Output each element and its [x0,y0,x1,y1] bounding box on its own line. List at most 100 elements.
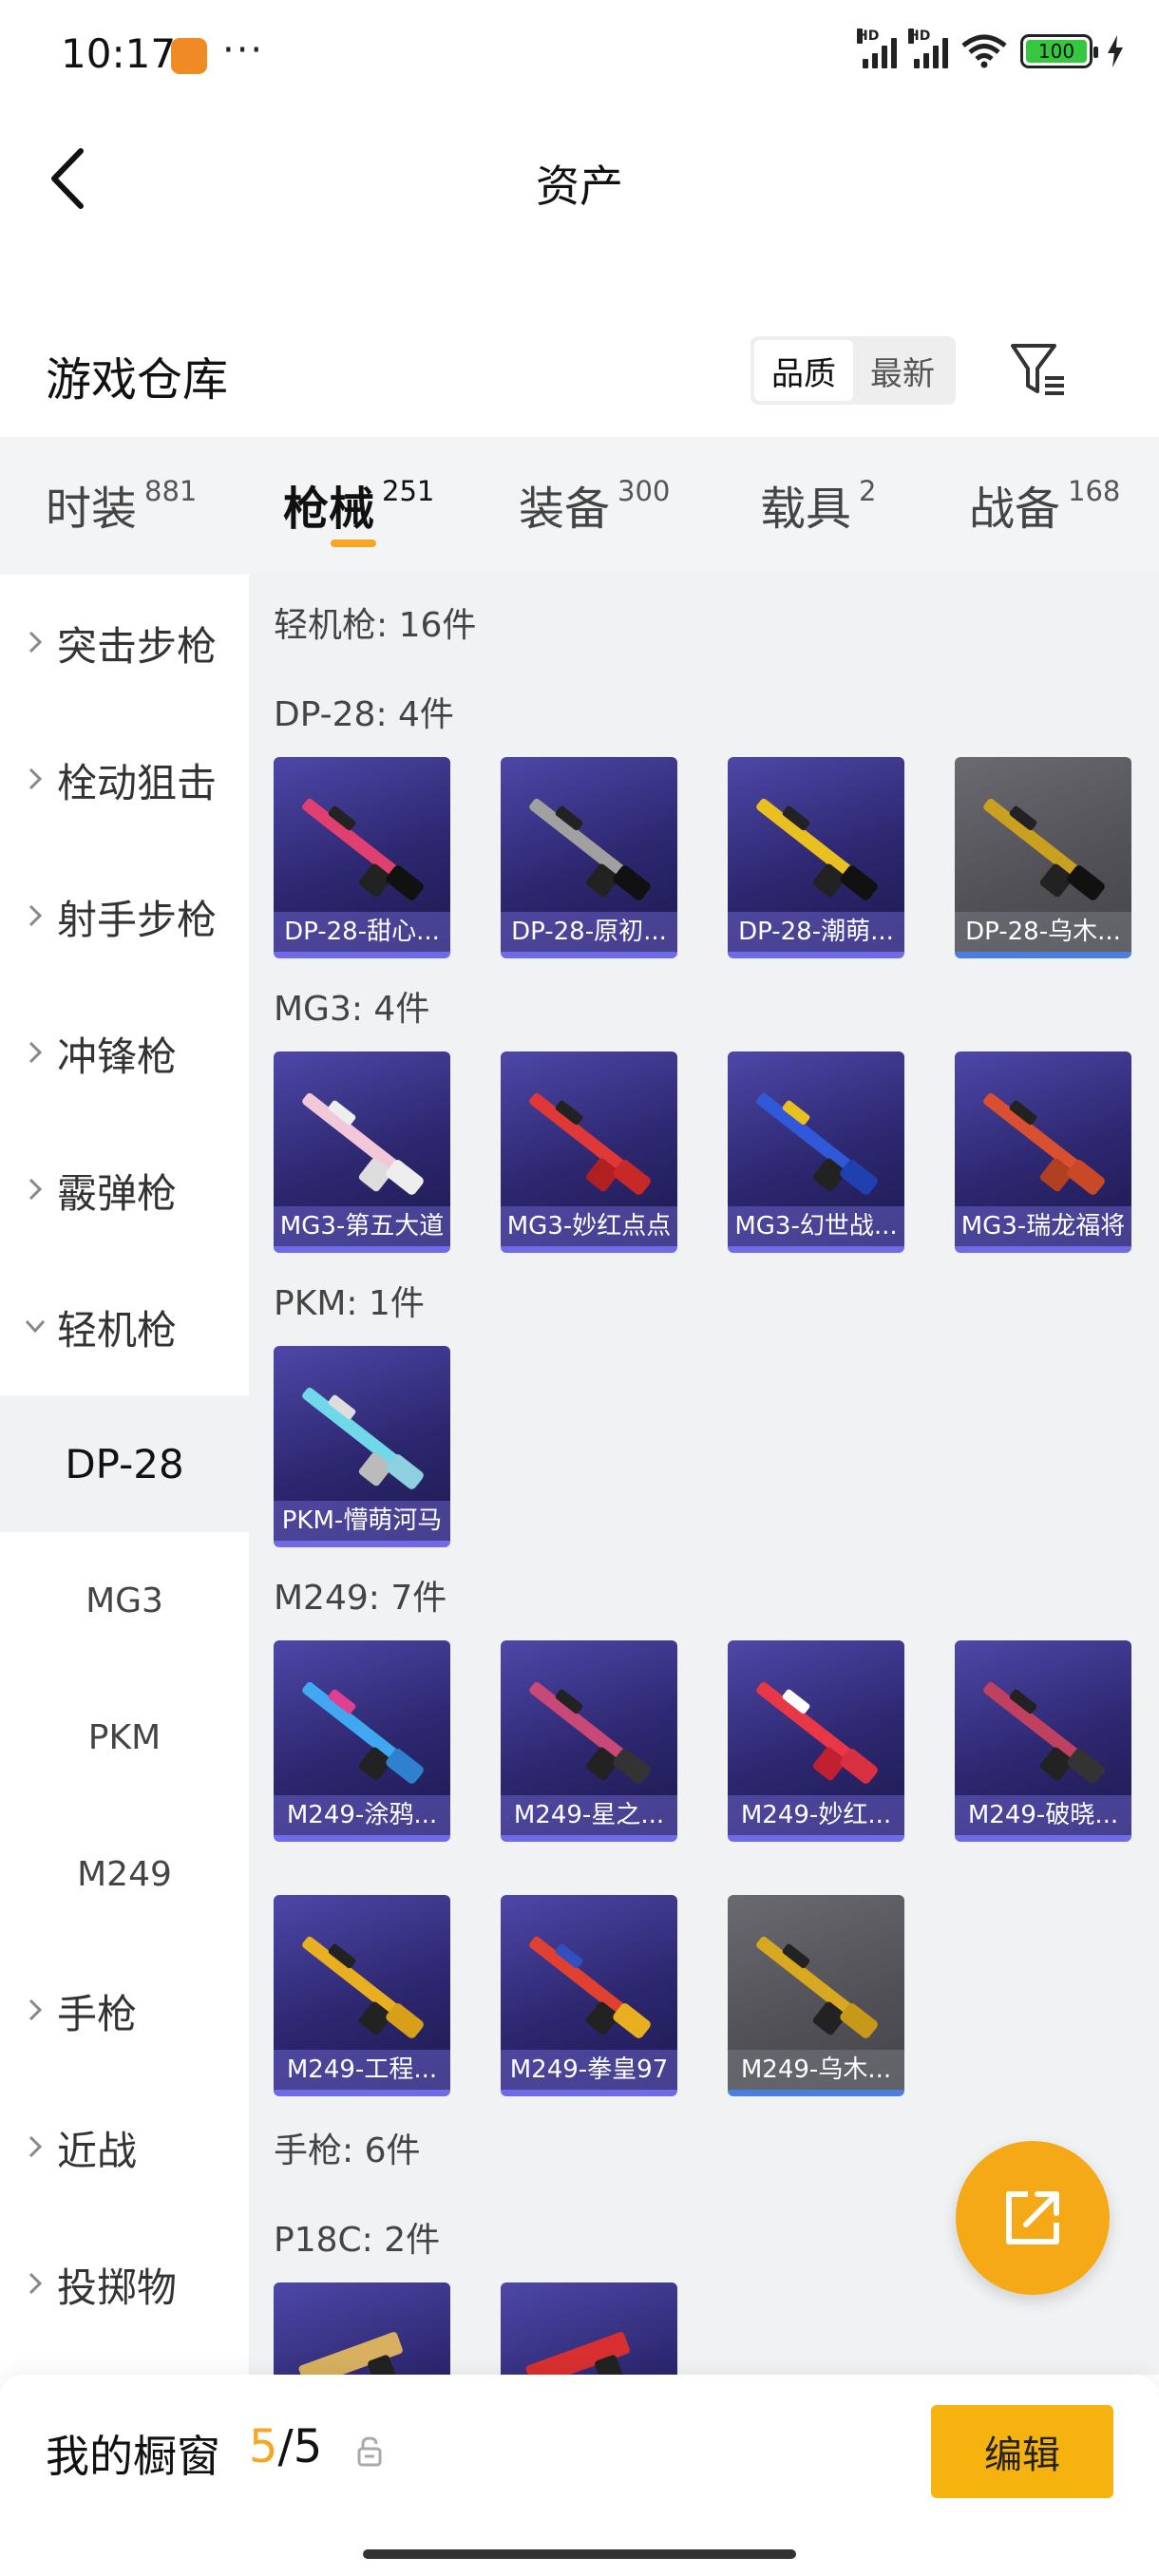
weapon-name: M249-涂鸦... [274,1795,450,1835]
weapon-name: DP-28-甜心... [274,912,450,952]
tab-vehicles[interactable]: 载具 2 [760,471,876,538]
active-tab-indicator [331,540,376,547]
status-icons: HD HD 100 [857,28,1125,68]
gun-icon [756,1681,878,1784]
weapon-card[interactable]: M249-涂鸦... [274,1640,450,1842]
status-time: 10:17 [61,30,177,77]
sidebar-sub-pkm[interactable]: PKM [0,1669,249,1806]
weapon-card[interactable]: M249-破晓... [955,1640,1131,1842]
gun-icon [983,1092,1105,1195]
weapon-card[interactable]: DP-28-潮萌... [728,757,904,958]
sidebar-item-marksman-rifle[interactable]: 射手步枪 [0,848,249,985]
tab-guns[interactable]: 枪械 251 [283,471,434,538]
weapon-card[interactable] [274,2282,450,2375]
weapon-name: DP-28-乌木... [955,912,1131,952]
group-header-mg3: MG3: 4件 [274,990,430,1029]
gun-icon [302,1936,424,2038]
weapon-name: M249-乌木... [728,2050,904,2090]
sidebar-item-melee[interactable]: 近战 [0,2079,249,2216]
gun-icon [298,2332,403,2375]
battery-icon: 100 [1020,34,1098,68]
weapon-card[interactable]: DP-28-甜心... [274,757,450,958]
weapon-name: M249-破晓... [955,1795,1131,1835]
chevron-right-icon [28,631,43,653]
weapon-category-sidebar: 突击步枪 栓动狙击 射手步枪 冲锋枪 霰弹枪 轻机枪 DP-28 MG3 PKM… [0,575,249,2375]
weapon-card[interactable]: M249-拳皇97 [501,1895,677,2096]
chevron-right-icon [28,904,43,927]
section-header-pistol: 手枪: 6件 [274,2131,421,2170]
sidebar-sub-dp28[interactable]: DP-28 [0,1395,249,1532]
chevron-right-icon [28,1998,43,2021]
weapon-card[interactable]: DP-28-乌木... [955,757,1131,958]
category-tabs: 时装 881 枪械 251 装备 300 载具 2 战备 168 [0,437,1159,575]
weapon-card[interactable]: M249-星之... [501,1640,677,1842]
share-button[interactable] [956,2141,1110,2295]
filter-icon [1011,344,1064,395]
sort-toggle: 品质 最新 [750,336,956,405]
weapon-name: MG3-第五大道 [274,1206,450,1246]
weapon-card[interactable]: PKM-懵萌河马 [274,1346,450,1547]
page-title: 资产 [536,161,623,212]
tab-combat-gear[interactable]: 战备 168 [969,471,1120,538]
sidebar-item-bolt-sniper[interactable]: 栓动狙击 [0,711,249,848]
weapon-card[interactable]: MG3-瑞龙福将 [955,1051,1131,1253]
chevron-right-icon [28,1041,43,1064]
chevron-right-icon [28,2135,43,2158]
warehouse-bar: 游戏仓库 品质 最新 [0,313,1159,427]
weapon-name: MG3-瑞龙福将 [955,1206,1131,1246]
weapon-card[interactable]: M249-妙红... [728,1640,904,1842]
sort-by-quality[interactable]: 品质 [754,340,853,401]
wifi-icon [961,34,1007,68]
gun-icon [302,1092,424,1195]
sidebar-item-smg[interactable]: 冲锋枪 [0,985,249,1122]
signal-icon: HD [857,28,897,68]
gun-icon [983,1681,1105,1784]
gun-icon [529,1092,651,1195]
weapon-name: M249-工程... [274,2050,450,2090]
sidebar-item-assault-rifle[interactable]: 突击步枪 [0,575,249,711]
chevron-down-icon [25,1319,46,1334]
edit-button[interactable]: 编辑 [931,2405,1113,2498]
share-icon [1006,2191,1059,2245]
group-header-p18c: P18C: 2件 [274,2221,441,2260]
sidebar-item-shotgun[interactable]: 霰弹枪 [0,1122,249,1259]
weapon-card[interactable]: M249-工程... [274,1895,450,2096]
weapon-card[interactable]: MG3-第五大道 [274,1051,450,1253]
sidebar-item-pistol[interactable]: 手枪 [0,1942,249,2079]
gun-icon [529,1936,651,2038]
home-indicator[interactable] [363,2549,796,2559]
weapon-name: PKM-懵萌河马 [274,1501,450,1541]
gun-icon [983,798,1105,900]
gun-icon [756,1092,878,1195]
signal-icon: HD [908,28,948,68]
status-bar: 10:17 ··· HD HD 100 [0,0,1159,104]
tab-equipment[interactable]: 装备 300 [519,471,670,538]
sidebar-item-throwable[interactable]: 投掷物 [0,2216,249,2353]
weapon-name: DP-28-原初... [501,912,677,952]
weapon-card[interactable]: MG3-幻世战... [728,1051,904,1253]
weapon-name: M249-星之... [501,1795,677,1835]
sort-by-newest[interactable]: 最新 [853,340,952,401]
chevron-right-icon [28,2272,43,2295]
more-notifications-icon: ··· [222,28,265,72]
weapon-name: DP-28-潮萌... [728,912,904,952]
tab-fashion[interactable]: 时装 881 [46,471,197,538]
weapon-card[interactable]: MG3-妙红点点 [501,1051,677,1253]
showcase-count: 5/5 [249,2420,323,2473]
sidebar-sub-m249[interactable]: M249 [0,1806,249,1942]
lock-icon [357,2436,382,2467]
weapon-name: M249-妙红... [728,1795,904,1835]
sidebar-item-lmg[interactable]: 轻机枪 [0,1259,249,1395]
weapon-grid: 轻机枪: 16件 DP-28: 4件 DP-28-甜心... DP-28-原初.… [249,575,1159,2375]
gun-icon [302,798,424,900]
weapon-name: MG3-幻世战... [728,1206,904,1246]
filter-button[interactable] [1005,336,1072,403]
sidebar-sub-mg3[interactable]: MG3 [0,1532,249,1669]
group-header-m249: M249: 7件 [274,1579,447,1618]
weapon-card[interactable]: DP-28-原初... [501,757,677,958]
gun-icon [525,2332,630,2375]
chevron-right-icon [28,767,43,790]
weapon-card[interactable]: M249-乌木... [728,1895,904,2096]
weapon-card[interactable] [501,2282,677,2375]
weapon-name: MG3-妙红点点 [501,1206,677,1246]
